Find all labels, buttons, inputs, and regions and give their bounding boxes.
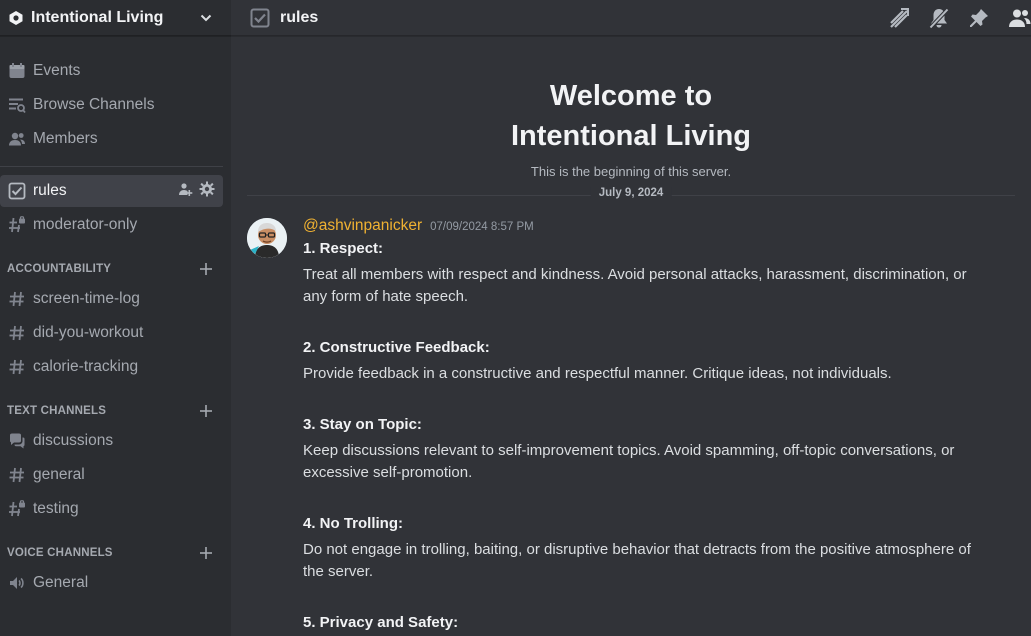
welcome-line-1: Welcome to — [549, 80, 713, 112]
category-label: TEXT CHANNELS — [7, 405, 107, 417]
avatar[interactable] — [247, 218, 287, 258]
channel-name: General — [33, 574, 89, 591]
browse-channels-icon — [7, 95, 27, 115]
rule-text: Keep discussions relevant to self-improv… — [303, 442, 955, 481]
rule-title: 3. Stay on Topic: — [303, 416, 422, 433]
chevron-down-icon[interactable] — [199, 11, 213, 25]
channel-name: did-you-workout — [33, 324, 144, 341]
pin-icon[interactable] — [967, 6, 991, 30]
server-header[interactable]: Intentional Living — [0, 0, 231, 36]
rule-title: 1. Respect: — [303, 240, 384, 257]
add-channel-icon[interactable] — [199, 404, 213, 418]
rule-title: 5. Privacy and Safety: — [303, 614, 459, 631]
nav-members[interactable]: Members — [0, 122, 223, 156]
notification-muted-icon[interactable] — [927, 6, 951, 30]
channel-name: rules — [33, 182, 67, 199]
message: @ashvinpanicker 07/09/2024 8:57 PM 1. Re… — [231, 196, 1031, 636]
category-accountability[interactable]: ACCOUNTABILITY — [0, 257, 223, 281]
welcome-line-2: Intentional Living — [510, 120, 752, 152]
channel-name: discussions — [33, 432, 114, 449]
threads-icon[interactable] — [887, 6, 911, 30]
rules-icon — [7, 181, 27, 201]
locked-hash-icon — [7, 215, 27, 235]
rule-text: Treat all members with respect and kindn… — [303, 266, 967, 305]
channel-title: rules — [280, 8, 319, 26]
category-text-channels[interactable]: TEXT CHANNELS — [0, 399, 223, 423]
channel-screen-time-log[interactable]: screen-time-log — [0, 283, 223, 315]
category-label: ACCOUNTABILITY — [7, 263, 112, 275]
hash-icon — [7, 465, 27, 485]
channel-name: moderator-only — [33, 216, 138, 233]
rule-item: 3. Stay on Topic: Keep discussions relev… — [303, 414, 1015, 484]
server-guide-icon — [7, 9, 25, 27]
header-toolbar — [887, 6, 1031, 30]
rule-item: 5. Privacy and Safety: — [303, 612, 1015, 634]
channel-header: rules — [231, 0, 1031, 36]
hash-icon — [7, 357, 27, 377]
welcome-section: Welcome to Intentional Living This is th… — [231, 36, 1031, 179]
channel-testing[interactable]: testing — [0, 493, 223, 525]
nav-label: Members — [33, 130, 98, 147]
nav-label: Browse Channels — [33, 96, 155, 113]
channel-did-you-workout[interactable]: did-you-workout — [0, 317, 223, 349]
discord-app: Intentional Living Events Browse Channel… — [0, 0, 1031, 636]
locked-hash-icon — [7, 499, 27, 519]
welcome-title: Welcome to Intentional Living — [231, 76, 1031, 156]
message-header: @ashvinpanicker 07/09/2024 8:57 PM — [303, 217, 1015, 235]
channel-sidebar: Intentional Living Events Browse Channel… — [0, 0, 231, 636]
message-author[interactable]: @ashvinpanicker — [303, 217, 422, 235]
welcome-subtitle: This is the beginning of this server. — [530, 164, 732, 179]
date-divider: July 9, 2024 — [247, 187, 1015, 199]
date-divider-label: July 9, 2024 — [590, 187, 672, 199]
member-list-icon[interactable] — [1007, 6, 1031, 30]
channel-moderator-only[interactable]: moderator-only — [0, 209, 223, 241]
rule-item: 4. No Trolling: Do not engage in trollin… — [303, 513, 1015, 583]
rule-title: 2. Constructive Feedback: — [303, 339, 490, 356]
category-label: VOICE CHANNELS — [7, 547, 113, 559]
hash-icon — [7, 289, 27, 309]
add-channel-icon[interactable] — [199, 262, 213, 276]
rule-item: 1. Respect: Treat all members with respe… — [303, 238, 1015, 308]
rule-title: 4. No Trolling: — [303, 515, 403, 532]
channel-name: screen-time-log — [33, 290, 140, 307]
sidebar-divider — [0, 166, 223, 167]
channel-name: calorie-tracking — [33, 358, 139, 375]
message-body: @ashvinpanicker 07/09/2024 8:57 PM 1. Re… — [303, 217, 1015, 636]
channel-name: general — [33, 466, 85, 483]
channel-calorie-tracking[interactable]: calorie-tracking — [0, 351, 223, 383]
gear-icon[interactable] — [199, 181, 215, 202]
forum-icon — [7, 431, 27, 451]
server-name: Intentional Living — [31, 8, 164, 26]
nav-events[interactable]: Events — [0, 54, 223, 88]
category-voice-channels[interactable]: VOICE CHANNELS — [0, 541, 223, 565]
channel-name: testing — [33, 500, 79, 517]
rules-icon — [249, 7, 271, 29]
channel-voice-general[interactable]: General — [0, 567, 223, 599]
speaker-icon — [7, 573, 27, 593]
nav-label: Events — [33, 62, 81, 79]
message-timestamp: 07/09/2024 8:57 PM — [430, 221, 534, 233]
hash-icon — [7, 323, 27, 343]
rule-text: Do not engage in trolling, baiting, or d… — [303, 541, 971, 580]
channel-rules[interactable]: rules — [0, 175, 223, 207]
nav-browse-channels[interactable]: Browse Channels — [0, 88, 223, 122]
add-member-icon[interactable] — [177, 181, 193, 202]
channel-general[interactable]: general — [0, 459, 223, 491]
rule-item: 2. Constructive Feedback: Provide feedba… — [303, 337, 1015, 385]
calendar-icon — [7, 61, 27, 81]
main-panel: rules Welcome to Intentional Living This… — [231, 0, 1031, 636]
members-icon — [7, 129, 27, 149]
channel-list: Events Browse Channels Members rules mod… — [0, 36, 231, 601]
message-area: Welcome to Intentional Living This is th… — [231, 36, 1031, 636]
channel-discussions[interactable]: discussions — [0, 425, 223, 457]
rule-text: Provide feedback in a constructive and r… — [303, 365, 892, 382]
add-channel-icon[interactable] — [199, 546, 213, 560]
